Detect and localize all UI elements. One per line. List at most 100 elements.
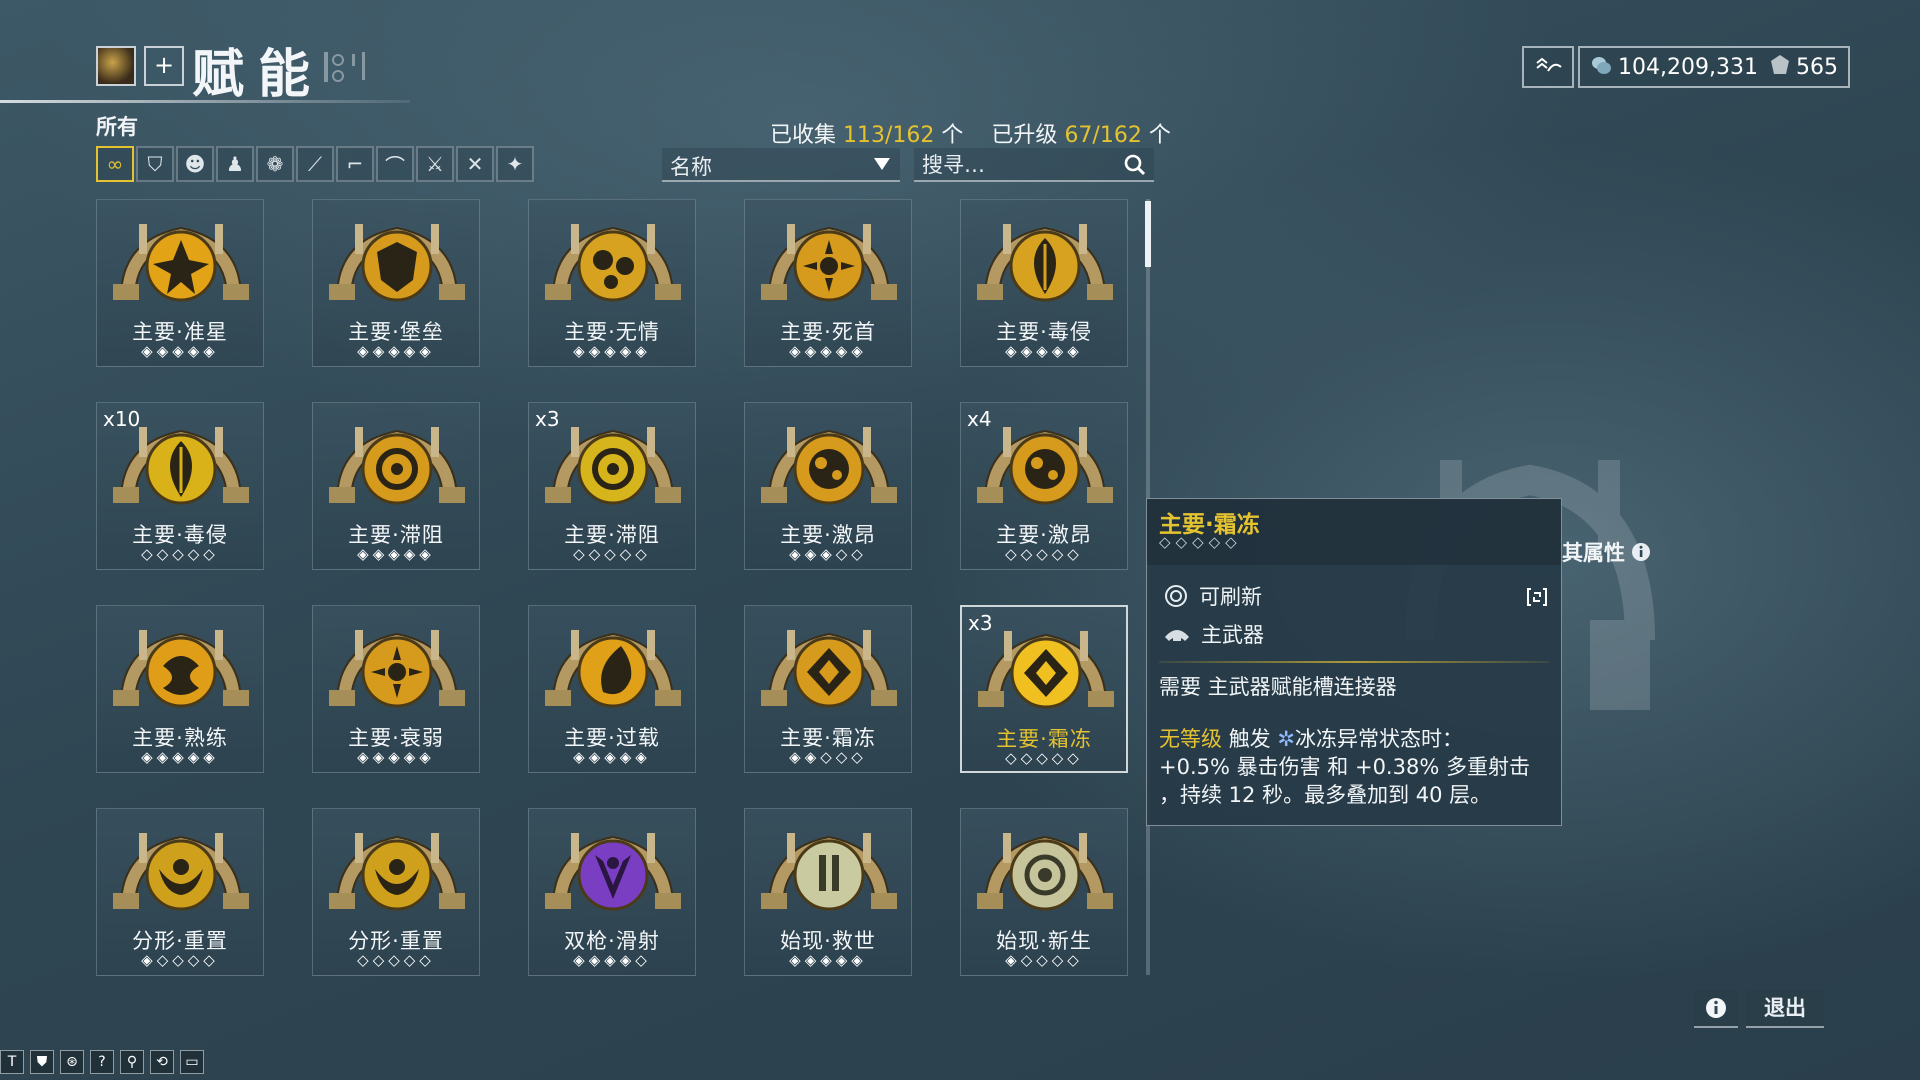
upgraded-count: 67/162	[1064, 123, 1142, 148]
arcane-card[interactable]: 主要·滞阻 ◈◈◈◈◈	[312, 402, 480, 570]
endo-value: 565	[1795, 54, 1838, 80]
refreshable-label: 可刷新	[1199, 585, 1262, 609]
collected-label: 已收集	[770, 123, 837, 148]
pistol-icon[interactable]: ⌐	[336, 146, 374, 182]
arcane-rank: ◈◈◈◈◇	[573, 951, 651, 969]
arcane-card[interactable]: 双枪·滑射 ◈◈◈◈◇	[528, 808, 696, 976]
arcane-rank: ◇◇◇◇◇	[141, 545, 219, 563]
arcane-card[interactable]: 主要·毒侵 ◈◈◈◈◈	[960, 199, 1128, 367]
collection-stats: 已收集 113/162 个 已升级 67/162 个	[770, 117, 1171, 149]
tooltip-line3: ，持续 12 秒。最多叠加到 40 层。	[1159, 783, 1492, 807]
arcane-emblem-icon	[761, 427, 897, 505]
arcane-card[interactable]: x3 主要·霜冻 ◇◇◇◇◇	[960, 605, 1128, 773]
page-title: 赋能	[192, 45, 325, 105]
currency-bar: 104,209,331 565	[1522, 46, 1850, 88]
add-button[interactable]: +	[144, 46, 184, 86]
arcane-card[interactable]: 主要·激昂 ◈◈◈◇◇	[744, 402, 912, 570]
arcane-card[interactable]: 始现·救世 ◈◈◈◈◈	[744, 808, 912, 976]
arcane-card[interactable]: 主要·堡垒 ◈◈◈◈◈	[312, 199, 480, 367]
arcane-rank: ◈◈◈◈◈	[789, 951, 867, 969]
tooltip-level: 无等级	[1159, 727, 1222, 751]
arcane-card[interactable]: 主要·熟练 ◈◈◈◈◈	[96, 605, 264, 773]
platinum-toggle[interactable]	[1522, 46, 1574, 88]
arcane-rank: ◇◇◇◇◇	[1005, 545, 1083, 563]
search-box	[914, 148, 1154, 182]
misc-icon[interactable]: ✦	[496, 146, 534, 182]
infinity-icon[interactable]: ∞	[96, 146, 134, 182]
arcane-rank: ◈◈◈◈◈	[357, 545, 435, 563]
archwing-icon[interactable]: ⌒	[376, 146, 414, 182]
arcane-card[interactable]: x4 主要·激昂 ◇◇◇◇◇	[960, 402, 1128, 570]
taskbar-icon[interactable]: ⚲	[120, 1050, 144, 1074]
info-button[interactable]	[1694, 990, 1738, 1028]
primary-weapon-icon	[1165, 630, 1189, 641]
collected-unit: 个	[941, 123, 964, 148]
arcane-emblem-icon	[761, 833, 897, 911]
credits-value: 104,209,331	[1618, 54, 1758, 80]
quantity-badge: x10	[103, 407, 141, 431]
taskbar-icon[interactable]: T	[0, 1050, 24, 1074]
endo-icon	[1770, 54, 1790, 81]
arcane-card[interactable]: 主要·霜冻 ◈◈◇◇◇	[744, 605, 912, 773]
arcane-emblem-icon	[761, 630, 897, 708]
tooltip-header: 主要·霜冻 ◇◇◇◇◇	[1147, 499, 1561, 565]
sort-dropdown[interactable]: 名称	[662, 148, 900, 182]
operator-icon[interactable]: ☻	[176, 146, 214, 182]
title-decoration-icon	[324, 52, 365, 82]
arcane-emblem-icon	[329, 833, 465, 911]
signal-icon	[1536, 57, 1562, 72]
arcane-rank: ◈◇◇◇◇	[141, 951, 219, 969]
search-icon[interactable]	[1124, 154, 1146, 176]
arcane-rank: ◈◈◈◈◈	[357, 748, 435, 766]
filter-label: 所有	[96, 115, 138, 139]
arcane-card[interactable]: 主要·过载 ◈◈◈◈◈	[528, 605, 696, 773]
flower-icon[interactable]: ❁	[256, 146, 294, 182]
arcane-emblem-icon	[113, 224, 249, 302]
info-icon[interactable]	[1631, 542, 1651, 562]
arcane-rank: ◈◈◇◇◇	[789, 748, 867, 766]
category-filters: ∞ ⛉ ☻ ♟ ❁ ⟋ ⌐ ⌒ ⚔ ✕ ✦	[96, 146, 536, 182]
exit-button[interactable]: 退出	[1746, 990, 1824, 1028]
arcane-card[interactable]: x3 主要·滞阻 ◇◇◇◇◇	[528, 402, 696, 570]
arcane-rank: ◈◈◈◈◈	[357, 342, 435, 360]
rifle-icon[interactable]: ⟋	[296, 146, 334, 182]
arcane-card[interactable]: 分形·重置 ◈◇◇◇◇	[96, 808, 264, 976]
arcane-card[interactable]: 主要·准星 ◈◈◈◈◈	[96, 199, 264, 367]
arcane-emblem-icon	[545, 427, 681, 505]
warframe-icon[interactable]: ⛉	[136, 146, 174, 182]
arcane-card[interactable]: 主要·死首 ◈◈◈◈◈	[744, 199, 912, 367]
arcane-card[interactable]: 主要·无情 ◈◈◈◈◈	[528, 199, 696, 367]
arcane-card[interactable]: 主要·衰弱 ◈◈◈◈◈	[312, 605, 480, 773]
arcane-card[interactable]: x10 主要·毒侵 ◇◇◇◇◇	[96, 402, 264, 570]
weapon-label: 主武器	[1201, 623, 1264, 647]
taskbar-icon[interactable]: ⊛	[60, 1050, 84, 1074]
arcane-card[interactable]: 分形·重置 ◇◇◇◇◇	[312, 808, 480, 976]
taskbar-icon[interactable]: ?	[90, 1050, 114, 1074]
taskbar-icon[interactable]: ⟲	[150, 1050, 174, 1074]
arcane-emblem-icon	[113, 833, 249, 911]
scrollbar-thumb[interactable]	[1145, 201, 1151, 267]
melee-icon[interactable]: ⚔	[416, 146, 454, 182]
taskbar-icon[interactable]: ▭	[180, 1050, 204, 1074]
reroll-icon[interactable]	[1525, 585, 1549, 609]
crossed-swords-icon[interactable]: ✕	[456, 146, 494, 182]
taskbar-icon[interactable]: ⛊	[30, 1050, 54, 1074]
arcane-profile-icon[interactable]	[96, 46, 136, 86]
arcane-emblem-icon	[545, 224, 681, 302]
tooltip-description: 无等级 触发 ✲冰冻异常状态时： +0.5% 暴击伤害 和 +0.38% 多重射…	[1159, 725, 1555, 809]
refreshable-row: 可刷新	[1163, 581, 1262, 611]
search-input[interactable]	[920, 150, 1114, 180]
currency-display: 104,209,331 565	[1578, 46, 1850, 88]
quantity-badge: x3	[968, 611, 993, 635]
arcane-rank: ◈◈◈◈◈	[573, 748, 651, 766]
cold-status-icon: ✲	[1277, 727, 1295, 751]
arcane-card[interactable]: 始现·新生 ◈◇◇◇◇	[960, 808, 1128, 976]
collected-count: 113/162	[843, 123, 935, 148]
arcane-emblem-icon	[977, 833, 1113, 911]
companion-icon[interactable]: ♟	[216, 146, 254, 182]
arcane-rank: ◈◇◇◇◇	[1005, 951, 1083, 969]
arcane-rank: ◈◈◈◈◈	[573, 342, 651, 360]
chevron-down-icon	[874, 158, 890, 170]
tooltip-trigger: 触发	[1228, 727, 1271, 751]
tooltip-requirement: 需要 主武器赋能槽连接器	[1159, 675, 1397, 699]
